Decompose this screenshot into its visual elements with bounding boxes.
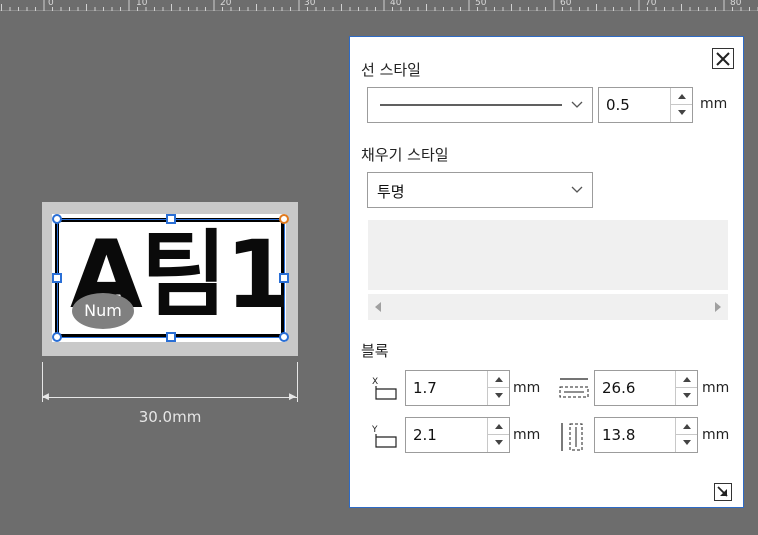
spin-down-icon (683, 440, 691, 445)
height-icon (561, 423, 583, 451)
property-panel: 선 스타일 0.5 mm 채우기 스타일 투명 블록 X 1.7 mm 26.6… (349, 36, 744, 508)
line-width-unit: mm (700, 96, 728, 112)
line-width-increase-button[interactable] (671, 88, 692, 105)
spin-up-icon (678, 94, 686, 99)
height-stepper[interactable]: 13.8 (594, 417, 698, 453)
x-position-value[interactable]: 1.7 (413, 379, 437, 397)
resize-handle-bottom-right[interactable] (279, 332, 289, 342)
resize-handle-right[interactable] (279, 273, 289, 283)
block-title: 블록 (361, 342, 389, 360)
fill-pattern-preview (368, 220, 728, 290)
width-value[interactable]: 26.6 (602, 379, 635, 397)
spin-up-icon (495, 377, 503, 382)
x-position-icon: X (372, 377, 397, 400)
y-increase-button[interactable] (488, 418, 509, 435)
fill-style-selected: 투명 (377, 183, 405, 201)
top-ruler: 0 10 20 30 40 50 60 70 80 (0, 0, 758, 11)
ruler-label: 30 (304, 0, 316, 8)
arrow-right-icon: ▶ (289, 392, 296, 402)
y-position-icon: Y (371, 425, 397, 448)
arrow-left-icon: ◀ (42, 392, 49, 402)
y-axis-letter: Y (371, 425, 378, 435)
line-width-value[interactable]: 0.5 (606, 96, 630, 114)
ruler-label: 70 (645, 0, 657, 8)
spin-up-icon (683, 377, 691, 382)
width-unit: mm (702, 380, 730, 396)
line-width-stepper[interactable]: 0.5 (598, 87, 693, 123)
spin-down-icon (678, 110, 686, 115)
spin-down-icon (683, 393, 691, 398)
spin-up-icon (683, 424, 691, 429)
resize-handle-top-left[interactable] (52, 214, 62, 224)
resize-handle-top[interactable] (166, 214, 176, 224)
spin-up-icon (495, 424, 503, 429)
x-unit: mm (513, 380, 541, 396)
ruler-label: 60 (560, 0, 572, 8)
y-decrease-button[interactable] (488, 435, 509, 452)
x-position-stepper[interactable]: 1.7 (405, 370, 510, 406)
ruler-label: 0 (48, 0, 54, 8)
x-axis-letter: X (372, 377, 378, 387)
chevron-down-icon (571, 101, 583, 108)
rotate-handle[interactable] (279, 214, 289, 224)
line-style-select[interactable] (367, 87, 593, 123)
width-decrease-button[interactable] (676, 388, 697, 405)
line-style-preview (380, 104, 562, 106)
y-position-value[interactable]: 2.1 (413, 426, 437, 444)
number-badge[interactable]: Num (72, 293, 134, 329)
fill-style-select[interactable]: 투명 (367, 172, 593, 208)
resize-grip-icon (717, 486, 728, 497)
spin-down-icon (495, 440, 503, 445)
dimension-line (42, 397, 298, 398)
dimension-tick-right (297, 362, 298, 402)
width-icon (559, 378, 589, 398)
height-value[interactable]: 13.8 (602, 426, 635, 444)
resize-handle-bottom[interactable] (166, 332, 176, 342)
scroll-left-icon[interactable] (374, 302, 382, 312)
fill-pattern-scrollbar[interactable] (368, 294, 728, 320)
height-decrease-button[interactable] (676, 435, 697, 452)
resize-handle-left[interactable] (52, 273, 62, 283)
ruler-label: 10 (136, 0, 148, 8)
scroll-right-icon[interactable] (714, 302, 722, 312)
x-increase-button[interactable] (488, 371, 509, 388)
height-unit: mm (702, 427, 730, 443)
width-dimension-text: 30.0mm (138, 408, 202, 426)
width-stepper[interactable]: 26.6 (594, 370, 698, 406)
fill-style-title: 채우기 스타일 (361, 146, 449, 164)
height-increase-button[interactable] (676, 418, 697, 435)
line-style-title: 선 스타일 (361, 61, 421, 79)
resize-handle-bottom-left[interactable] (52, 332, 62, 342)
width-increase-button[interactable] (676, 371, 697, 388)
line-width-decrease-button[interactable] (671, 105, 692, 122)
spin-down-icon (495, 393, 503, 398)
close-button[interactable] (712, 48, 734, 69)
ruler-label: 20 (220, 0, 232, 8)
ruler-label: 40 (390, 0, 402, 8)
expand-panel-button[interactable] (714, 483, 732, 501)
chevron-down-icon (571, 186, 583, 193)
ruler-label: 80 (730, 0, 742, 8)
x-decrease-button[interactable] (488, 388, 509, 405)
y-position-stepper[interactable]: 2.1 (405, 417, 510, 453)
close-icon (716, 52, 730, 66)
ruler-label: 50 (475, 0, 487, 8)
y-unit: mm (513, 427, 541, 443)
